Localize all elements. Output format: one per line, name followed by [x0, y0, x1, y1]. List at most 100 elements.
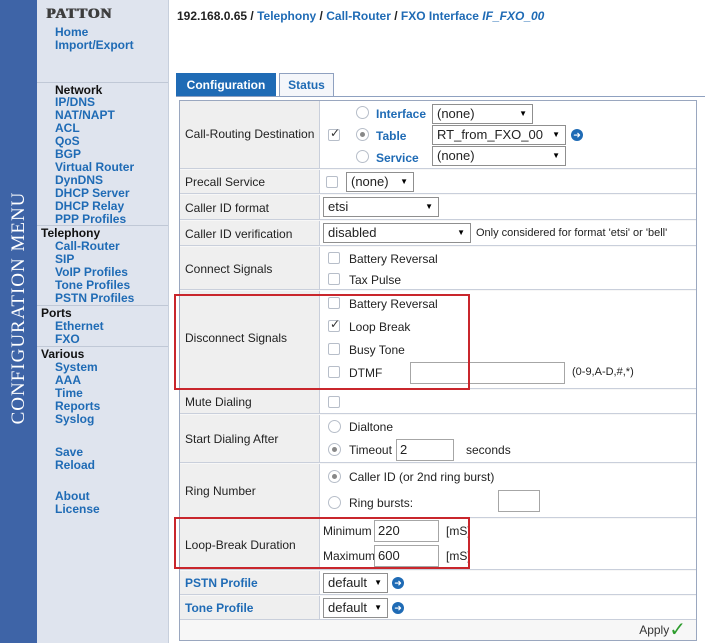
pstn-profile-select[interactable]: default ▼	[323, 573, 388, 593]
ring-bursts-radio[interactable]	[328, 496, 341, 509]
dtmf-label: DTMF	[349, 366, 383, 380]
label-cell: Caller ID verification	[180, 221, 320, 245]
caller-id-radio[interactable]	[328, 470, 341, 483]
nav-reload[interactable]: Reload	[55, 459, 95, 472]
service-option-label: Service	[376, 151, 419, 165]
value-cell: etsi ▼	[320, 195, 696, 219]
config-menu-title: CONFIGURATION MENU	[8, 191, 29, 425]
ring-bursts-input[interactable]	[498, 490, 540, 512]
maximum-label: Maximum	[323, 549, 376, 563]
connect-tax-pulse-checkbox[interactable]	[328, 273, 340, 285]
interface-radio[interactable]	[356, 106, 369, 119]
breadcrumb-interface-name: IF_FXO_00	[482, 9, 545, 23]
row-tone-profile: Tone Profile default ▼ ➜	[180, 596, 696, 620]
interface-select-value: (none)	[437, 106, 475, 121]
timeout-unit: seconds	[466, 443, 511, 457]
table-select-value: RT_from_FXO_00	[437, 127, 543, 142]
busy-tone-checkbox[interactable]	[328, 343, 340, 355]
minimum-label: Minimum	[323, 524, 372, 538]
breadcrumb-separator: /	[316, 9, 327, 23]
row-call-routing-destination: Call-Routing Destination ✓ Interface (no…	[180, 101, 696, 169]
interface-select[interactable]: (none) ▼	[432, 104, 533, 124]
tabs-divider	[176, 96, 705, 97]
dtmf-input[interactable]	[410, 362, 565, 384]
precall-service-label: Precall Service	[185, 175, 266, 189]
timeout-input[interactable]: 2	[396, 439, 454, 461]
pstn-profile-label[interactable]: PSTN Profile	[185, 576, 258, 590]
radio-selected-dot	[332, 474, 337, 479]
tab-configuration[interactable]: Configuration	[176, 73, 276, 97]
nav-syslog[interactable]: Syslog	[55, 413, 94, 426]
caller-id-verification-select[interactable]: disabled ▼	[323, 223, 471, 243]
maximum-unit: [mS]	[446, 549, 471, 563]
label-cell: Mute Dialing	[180, 390, 320, 413]
value-cell: Minimum 220 [mS] Maximum 600 [mS]	[320, 519, 696, 569]
dtmf-checkbox[interactable]	[328, 366, 340, 378]
go-arrow-icon[interactable]: ➜	[392, 577, 404, 589]
row-connect-signals: Connect Signals Battery Reversal Tax Pul…	[180, 247, 696, 290]
caller-id-format-value: etsi	[328, 199, 349, 214]
call-routing-destination-checkbox[interactable]: ✓	[328, 126, 340, 141]
start-dialing-after-label: Start Dialing After	[185, 432, 279, 446]
breadcrumb-telephony[interactable]: Telephony	[257, 9, 316, 23]
dropdown-arrow-icon: ▼	[374, 603, 382, 612]
mute-dialing-checkbox[interactable]	[328, 396, 340, 408]
label-cell: Connect Signals	[180, 247, 320, 289]
loop-break-checkbox[interactable]: ✓	[328, 317, 340, 332]
disconnect-signals-label: Disconnect Signals	[185, 331, 288, 345]
row-start-dialing-after: Start Dialing After Dialtone Timeout 2 s…	[180, 415, 696, 463]
dropdown-arrow-icon: ▼	[552, 151, 560, 160]
service-select[interactable]: (none) ▼	[432, 146, 566, 166]
maximum-input[interactable]: 600	[374, 545, 439, 567]
precall-service-select[interactable]: (none) ▼	[346, 172, 414, 192]
service-select-value: (none)	[437, 148, 475, 163]
precall-service-checkbox[interactable]	[326, 176, 338, 188]
nav-fxo[interactable]: FXO	[55, 333, 80, 346]
nav-pstn-profiles[interactable]: PSTN Profiles	[55, 292, 134, 305]
minimum-unit: [mS]	[446, 524, 471, 538]
loop-break-duration-label: Loop-Break Duration	[185, 538, 296, 552]
patton-logo: PATTON	[46, 6, 113, 22]
row-loop-break-duration: Loop-Break Duration Minimum 220 [mS] Max…	[180, 519, 696, 570]
caller-id-format-label: Caller ID format	[185, 201, 270, 215]
value-cell: Caller ID (or 2nd ring burst) Ring burst…	[320, 464, 696, 517]
timeout-radio[interactable]	[328, 443, 341, 456]
dialtone-radio[interactable]	[328, 420, 341, 433]
dropdown-arrow-icon: ▼	[457, 228, 465, 237]
minimum-input[interactable]: 220	[374, 520, 439, 542]
table-radio[interactable]	[356, 128, 369, 141]
timeout-label: Timeout	[349, 443, 392, 457]
breadcrumb-fxo-interface[interactable]: FXO Interface	[401, 9, 479, 23]
nav-import-export[interactable]: Import/Export	[55, 39, 134, 52]
nav-license[interactable]: License	[55, 503, 100, 516]
apply-button[interactable]: Apply✓	[639, 615, 686, 641]
connect-battery-reversal-checkbox[interactable]	[328, 252, 340, 264]
dropdown-arrow-icon: ▼	[519, 109, 527, 118]
configuration-table: Call-Routing Destination ✓ Interface (no…	[174, 100, 697, 641]
tab-status[interactable]: Status	[279, 73, 334, 97]
disconnect-battery-reversal-label: Battery Reversal	[349, 297, 438, 311]
nav-section-network: Network	[37, 82, 168, 97]
row-precall-service: Precall Service (none) ▼	[180, 170, 696, 194]
label-cell: Disconnect Signals	[180, 291, 320, 388]
call-routing-destination-label: Call-Routing Destination	[185, 127, 315, 141]
breadcrumb-ip[interactable]: 192.168.0.65	[177, 9, 247, 23]
loop-break-label: Loop Break	[349, 320, 411, 334]
dropdown-arrow-icon: ▼	[552, 130, 560, 139]
breadcrumb-call-router[interactable]: Call-Router	[326, 9, 391, 23]
go-arrow-icon[interactable]: ➜	[571, 129, 583, 141]
service-radio[interactable]	[356, 150, 369, 163]
value-cell: Dialtone Timeout 2 seconds	[320, 415, 696, 462]
table-select[interactable]: RT_from_FXO_00 ▼	[432, 125, 566, 145]
disconnect-battery-reversal-checkbox[interactable]	[328, 297, 340, 309]
dropdown-arrow-icon: ▼	[400, 177, 408, 186]
tone-profile-select[interactable]: default ▼	[323, 598, 388, 618]
tone-profile-label[interactable]: Tone Profile	[185, 601, 253, 615]
caller-id-verification-label: Caller ID verification	[185, 227, 293, 241]
go-arrow-icon[interactable]: ➜	[392, 602, 404, 614]
caller-id-format-select[interactable]: etsi ▼	[323, 197, 439, 217]
label-cell: Start Dialing After	[180, 415, 320, 462]
value-cell: default ▼ ➜	[320, 571, 696, 594]
radio-selected-dot	[360, 132, 365, 137]
label-cell: Call-Routing Destination	[180, 101, 320, 168]
